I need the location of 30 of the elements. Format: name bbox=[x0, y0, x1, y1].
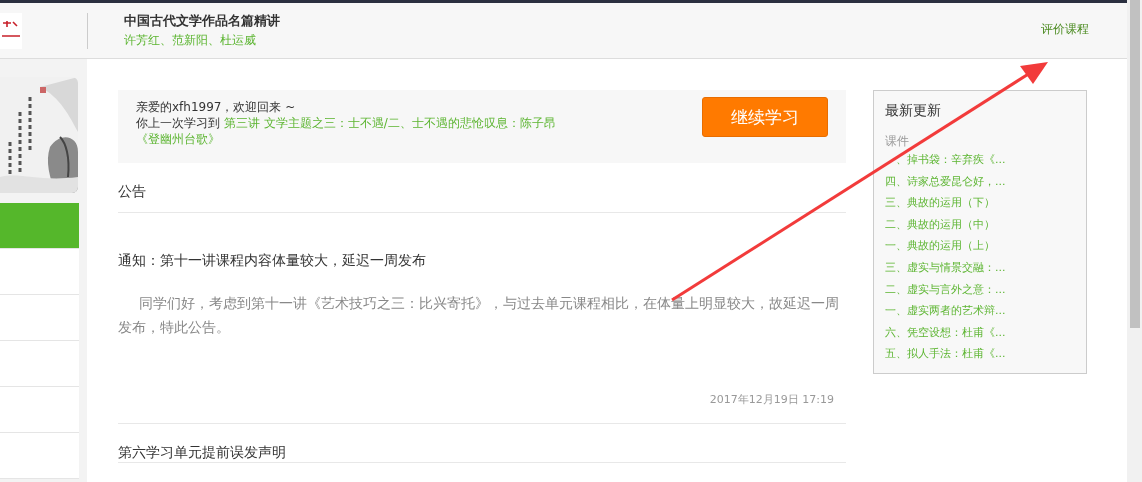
update-link[interactable]: 三、虚实与情景交融：... bbox=[885, 256, 1006, 279]
update-link[interactable]: 五、拟人手法：杜甫《... bbox=[885, 343, 1006, 365]
update-link[interactable]: 六、凭空设想：杜甫《... bbox=[885, 321, 1006, 344]
continue-button[interactable]: 继续学习 bbox=[702, 97, 828, 137]
section-heading: 公告 bbox=[118, 163, 846, 213]
last-study-label: 你上一次学习到 bbox=[136, 116, 220, 130]
last-lesson-link[interactable]: 第三讲 文学主题之三：士不遇/二、士不遇的悲怆叹息：陈子昂 bbox=[223, 116, 556, 130]
update-link[interactable]: 二、典故的运用（中） bbox=[885, 213, 995, 236]
welcome-greeting: 亲爱的xfh1997，欢迎回来 ~ bbox=[136, 99, 297, 115]
evaluate-course-link[interactable]: 评价课程 bbox=[1041, 21, 1089, 38]
announcement-time: 2017年12月19日 17:19 bbox=[708, 392, 834, 407]
update-link[interactable]: 二、虚实与言外之意：... bbox=[885, 278, 1006, 301]
announcement-title[interactable]: 通知：第十一讲课程内容体量较大，延迟一周发布 bbox=[118, 252, 846, 270]
teacher-names: 许芳红、范新阳、杜运威 bbox=[124, 32, 257, 49]
panel-heading: 最新更新 bbox=[885, 102, 942, 120]
course-title: 中国古代文学作品名篇精讲 bbox=[124, 12, 281, 30]
announcement-title[interactable]: 第六学习单元提前误发声明 bbox=[118, 444, 846, 462]
last-lesson-link[interactable]: 《登幽州台歌》 bbox=[136, 131, 220, 147]
update-link[interactable]: 一、虚实两者的艺术辩... bbox=[885, 300, 1006, 322]
nav-item[interactable] bbox=[0, 203, 79, 249]
nav-item[interactable] bbox=[0, 433, 79, 479]
update-link[interactable]: 、掉书袋：辛弃疾《... bbox=[885, 149, 1006, 171]
nav-item[interactable] bbox=[0, 387, 79, 433]
category-label: 课件 bbox=[885, 134, 910, 149]
update-link[interactable]: 四、诗家总爱昆仑好，... bbox=[885, 170, 1006, 193]
nav-item[interactable] bbox=[0, 341, 79, 387]
nav-item[interactable] bbox=[0, 249, 79, 295]
nav-item[interactable] bbox=[0, 295, 79, 341]
update-link[interactable]: 一、典故的运用（上） bbox=[885, 235, 995, 257]
update-link[interactable]: 三、典故的运用（下） bbox=[885, 192, 995, 214]
